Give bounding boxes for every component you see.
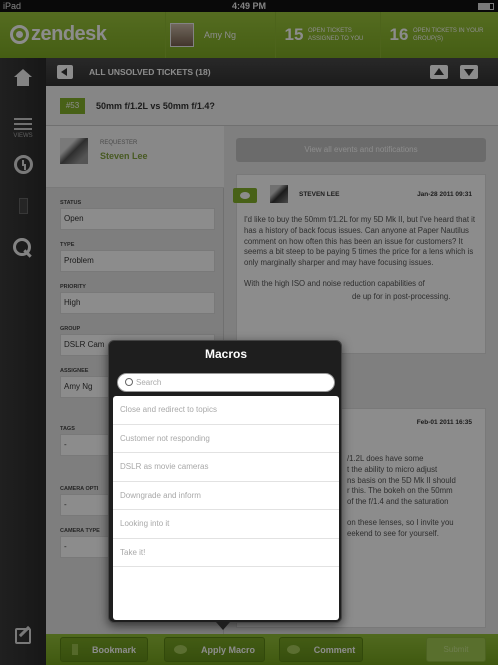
search-icon: [125, 378, 133, 386]
macros-title: Macros: [204, 347, 248, 361]
macros-search-input[interactable]: Search: [117, 373, 335, 392]
macro-item[interactable]: DSLR as movie cameras: [113, 453, 339, 482]
macros-popover: Macros Search Close and redirect to topi…: [108, 340, 342, 623]
popover-arrow: [216, 622, 230, 630]
macro-item[interactable]: Downgrade and inform: [113, 482, 339, 510]
macro-item[interactable]: Customer not responding: [113, 425, 339, 453]
macro-item[interactable]: Close and redirect to topics: [113, 396, 339, 425]
macro-item[interactable]: Take it!: [113, 539, 339, 567]
macro-item[interactable]: Looking into it: [113, 510, 339, 539]
search-placeholder: Search: [136, 378, 162, 387]
macros-list: Close and redirect to topics Customer no…: [113, 396, 339, 620]
